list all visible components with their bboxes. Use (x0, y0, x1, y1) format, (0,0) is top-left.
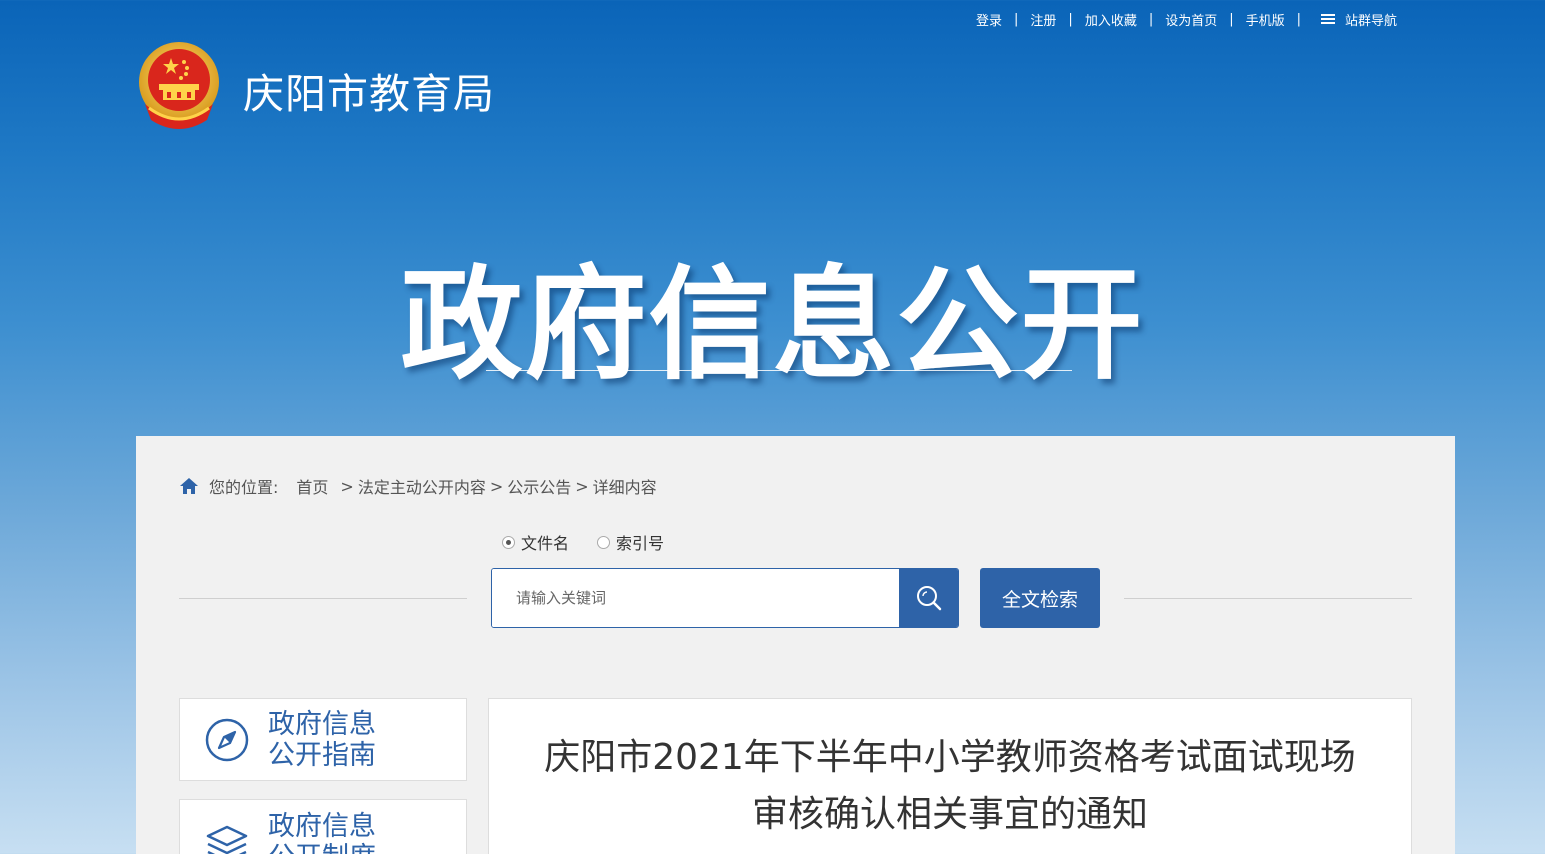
login-link[interactable]: 登录 (976, 10, 1002, 29)
divider-left (179, 598, 467, 599)
radio-dot-selected[interactable] (502, 535, 515, 549)
breadcrumb-arrow: > (489, 476, 504, 496)
sidebar-item-label: 政府信息公开指南 (268, 708, 376, 771)
top-links-bar: 登录 | 注册 | 加入收藏 | 设为首页 | 手机版 | 站群导航 (976, 10, 1397, 29)
breadcrumb-home[interactable]: 首页 (296, 474, 328, 498)
breadcrumb-detail: 详细内容 (592, 478, 657, 497)
search-type-radios: 文件名 索引号 (502, 530, 692, 554)
breadcrumb-notices[interactable]: 公示公告 (507, 474, 571, 498)
main-panel: 您的位置: 首页 > 法定主动公开内容 > 公示公告 > 详细内容 文件名 索引… (136, 436, 1455, 854)
home-icon (180, 478, 198, 494)
article-title: 庆阳市2021年下半年中小学教师资格考试面试现场审核确认相关事宜的通知 (544, 737, 1356, 835)
radio-filename[interactable]: 文件名 (502, 530, 569, 554)
layers-icon (206, 825, 248, 854)
separator: | (1014, 11, 1019, 27)
breadcrumb-arrow: > (575, 476, 589, 496)
site-nav-link[interactable]: 站群导航 (1321, 10, 1397, 29)
compass-icon (205, 718, 249, 761)
sidebar-item-guide[interactable]: 政府信息公开指南 (179, 698, 467, 781)
breadcrumb-statutory[interactable]: 法定主动公开内容 (358, 474, 486, 498)
breadcrumb-prefix: 您的位置: (209, 478, 279, 497)
add-favorite-link[interactable]: 加入收藏 (1085, 10, 1137, 29)
breadcrumb-arrow: > (340, 476, 354, 496)
radio-index-label: 索引号 (616, 534, 665, 553)
search-icon (916, 586, 941, 611)
national-emblem-icon (139, 42, 219, 129)
sidebar-item-system[interactable]: 政府信息公开制度 (179, 799, 467, 854)
fulltext-search-button[interactable]: 全文检索 (980, 568, 1100, 628)
radio-index-number[interactable]: 索引号 (597, 530, 664, 554)
banner-title: 政府信息公开 (400, 254, 1145, 396)
separator: | (1068, 11, 1073, 27)
separator: | (1148, 11, 1154, 27)
banner-underline (486, 370, 1072, 371)
article-card: 庆阳市2021年下半年中小学教师资格考试面试现场审核确认相关事宜的通知 (488, 698, 1412, 854)
site-nav-label: 站群导航 (1345, 13, 1398, 29)
search-box (491, 568, 959, 628)
radio-filename-label: 文件名 (521, 534, 570, 553)
sidebar-item-label: 政府信息公开制度 (268, 811, 376, 854)
site-title: 庆阳市教育局 (243, 70, 495, 118)
mobile-version-link[interactable]: 手机版 (1246, 10, 1285, 29)
menu-list-icon (1321, 13, 1336, 25)
register-link[interactable]: 注册 (1030, 10, 1056, 29)
breadcrumb: 您的位置: 首页 > 法定主动公开内容 > 公示公告 > 详细内容 (179, 474, 657, 498)
radio-dot[interactable] (597, 535, 611, 549)
separator: | (1296, 11, 1302, 27)
divider-right (1124, 598, 1412, 599)
search-button[interactable] (899, 569, 958, 627)
search-input[interactable] (492, 569, 899, 627)
separator: | (1229, 11, 1234, 27)
set-homepage-link[interactable]: 设为首页 (1165, 10, 1217, 29)
